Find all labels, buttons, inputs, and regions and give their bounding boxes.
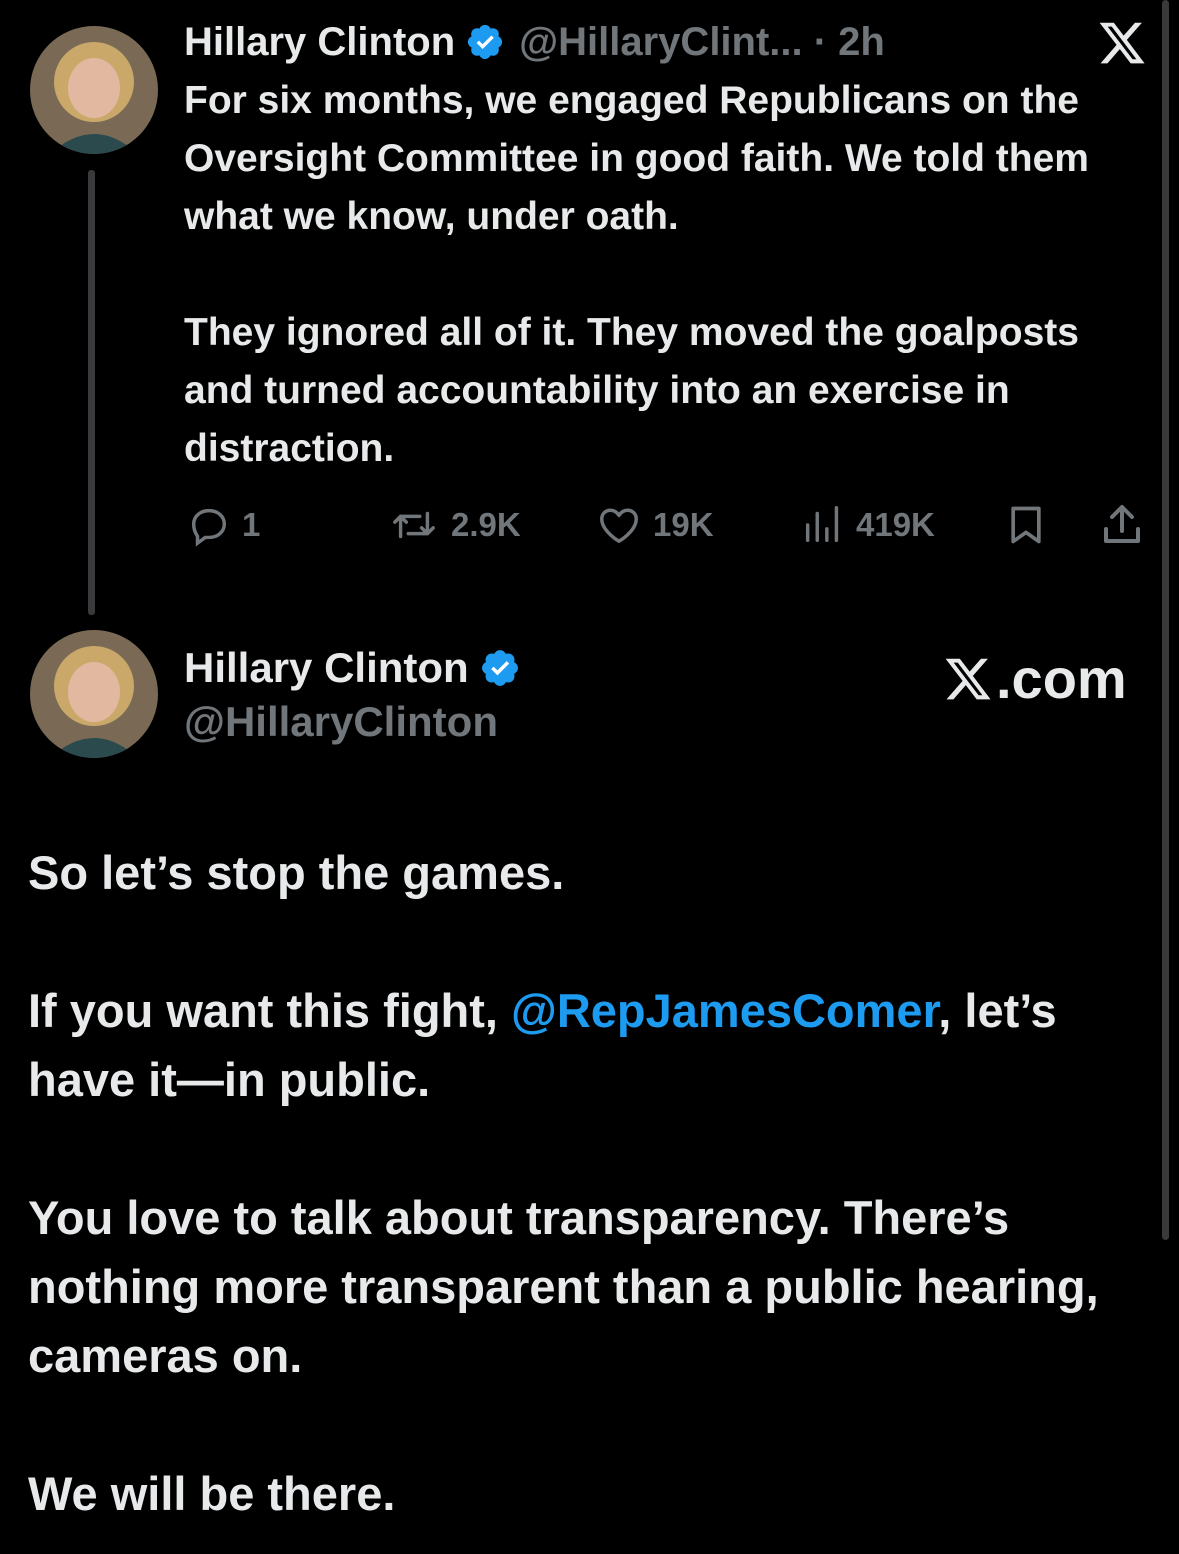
share-button[interactable] <box>1098 500 1156 550</box>
heart-icon <box>600 508 638 544</box>
views-count: 419K <box>856 506 935 543</box>
brand-suffix: .com <box>996 647 1127 710</box>
views-button[interactable]: 419K <box>800 500 935 550</box>
reply-icon <box>191 508 227 547</box>
card-paragraph: We will be there. <box>28 1467 396 1520</box>
author-handle[interactable]: @HillaryClinton <box>184 698 535 746</box>
card-paragraph: If you want this fight, @RepJamesComer, … <box>28 976 1148 1114</box>
author-name[interactable]: Hillary Clinton <box>184 644 469 692</box>
card-header: Hillary Clinton @HillaryClinton <box>184 640 535 746</box>
repost-count: 2.9K <box>451 506 521 543</box>
like-button[interactable]: 19K <box>595 500 714 550</box>
tweet-paragraph: For six months, we engaged Republicans o… <box>184 79 1089 238</box>
x-dot-com-brand: .com <box>942 646 1127 711</box>
verified-badge-icon <box>481 650 518 686</box>
author-name[interactable]: Hillary Clinton <box>184 20 455 65</box>
card-paragraph: You love to talk about transparency. The… <box>28 1191 1099 1382</box>
mention-link[interactable]: @RepJamesComer <box>511 984 938 1037</box>
like-count: 19K <box>653 506 714 543</box>
repost-icon <box>393 511 435 539</box>
scrollbar[interactable] <box>1162 0 1169 1240</box>
author-avatar[interactable] <box>30 26 158 154</box>
tweet-actions: 1 2.9K 19K 419K <box>0 500 1179 550</box>
repost-button[interactable]: 2.9K <box>387 500 521 550</box>
verified-badge-icon <box>468 24 503 60</box>
reply-count: 1 <box>242 506 261 543</box>
views-chart-icon <box>805 506 839 543</box>
tweet-text: For six months, we engaged Republicans o… <box>184 72 1144 478</box>
bookmark-button[interactable] <box>1004 500 1058 550</box>
tweet-paragraph: They ignored all of it. They moved the g… <box>184 311 1079 470</box>
x-logo-icon[interactable] <box>1096 18 1148 68</box>
x-logo-icon <box>945 658 991 699</box>
bookmark-icon <box>1011 506 1041 544</box>
share-icon <box>1104 505 1140 543</box>
card-paragraph: So let’s stop the games. <box>28 846 565 899</box>
reply-button[interactable]: 1 <box>186 500 260 550</box>
author-avatar[interactable] <box>30 630 158 758</box>
tweet-header: Hillary Clinton @HillaryClint... · 2h <box>184 14 885 70</box>
card-text: So let’s stop the games. If you want thi… <box>28 838 1148 1528</box>
text-segment: If you want this fight, <box>28 984 512 1037</box>
author-handle-time[interactable]: @HillaryClint... · 2h <box>519 20 885 65</box>
